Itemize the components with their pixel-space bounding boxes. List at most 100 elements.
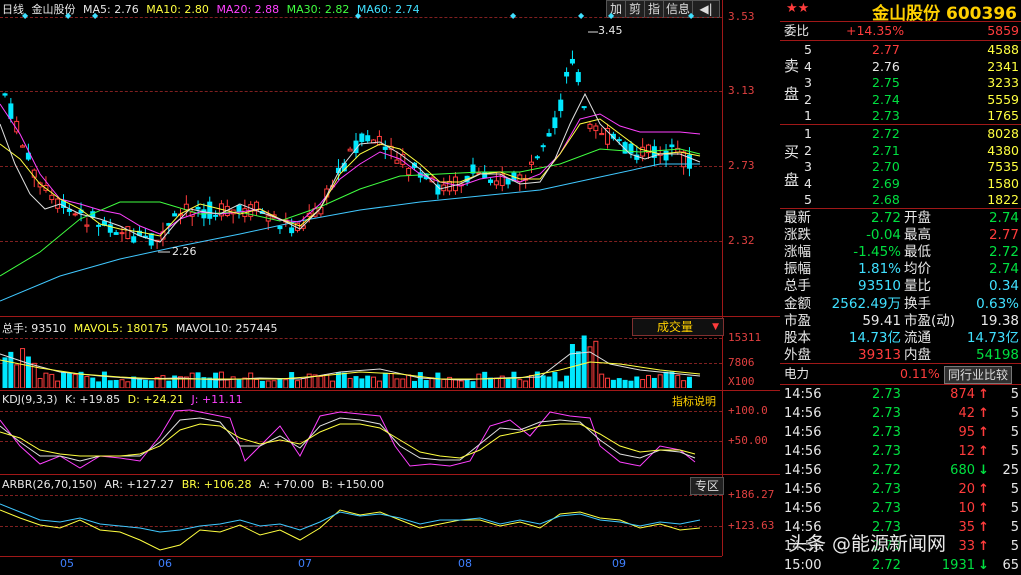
volume-bar [681,380,687,388]
candle-body [195,206,201,210]
tick-row[interactable]: 14:56 2.73 12 ↑ 5 [780,442,1021,461]
level-volume: 1580 [987,175,1019,191]
event-diamond-icon[interactable]: ◆ [355,11,361,20]
tick-volume: 1931 [941,558,975,573]
level-price: 2.69 [872,175,900,191]
candle-body [236,205,242,213]
volume-bar [113,379,119,388]
event-diamond-icon[interactable]: ◆ [92,11,98,20]
volume-bar [406,374,412,388]
volume-bar [289,372,295,388]
tick-count: 5 [1010,539,1019,554]
tick-row[interactable]: 14:56 2.73 10 ↑ 5 [780,499,1021,518]
candle-body [452,176,458,192]
event-diamond-icon[interactable]: ◆ [22,11,28,20]
volume-bar [435,372,441,388]
tick-price: 2.73 [872,425,901,440]
sector-name[interactable]: 电力 [784,364,809,384]
event-diamond-icon[interactable]: ◆ [578,11,584,20]
kdj-tick: +50.00 [728,434,768,447]
event-diamond-icon[interactable]: ◆ [65,11,71,20]
event-markers[interactable]: ◆ ◆ ◆ ◆ ◆ ◆ ◆ ◆ [0,11,722,21]
month-tick: 05 [60,557,74,570]
volume-bar [663,371,669,388]
candle-body [681,151,687,168]
buy-level-row[interactable]: 3 2.70 7535 [780,158,1021,175]
volume-bar [37,377,43,388]
tick-price: 2.73 [872,444,901,459]
volume-bar [657,374,663,388]
volume-bar [265,380,271,388]
sell-level-row[interactable]: 2 2.74 5559 [780,91,1021,108]
candle-body [540,145,546,148]
volume-bar [277,378,283,388]
buy-level-row[interactable]: 2 2.71 4380 [780,142,1021,159]
arrow-up-icon: ↑ [978,387,989,402]
volume-bar [400,378,406,388]
tick-row[interactable]: 14:56 2.73 95 ↑ 5 [780,423,1021,442]
month-tick: 06 [158,557,172,570]
arbr-chart[interactable] [0,490,722,556]
tick-row[interactable]: 14:56 2.73 42 ↑ 5 [780,404,1021,423]
buy-level-row[interactable]: 5 2.68 1822 [780,191,1021,208]
candle-body [569,58,575,64]
volume-bar [96,381,102,388]
tick-volume: 874 [950,387,975,402]
stat-row: 涨跌 -0.04 最高 2.77 [780,227,1021,244]
volume-chart[interactable] [0,334,722,388]
tick-row[interactable]: 15:00 2.72 1931 ↓ 65 [780,556,1021,575]
stat-row: 涨幅 -1.45% 最低 2.72 [780,244,1021,261]
kdj-chart[interactable] [0,406,722,472]
event-diamond-icon[interactable]: ◆ [510,11,516,20]
candle-body [84,224,90,227]
level-price: 2.74 [872,91,900,107]
level-volume: 1765 [987,108,1019,124]
candle-body [365,135,371,142]
volume-bar [125,381,131,388]
level-price: 2.77 [872,42,900,57]
industry-compare-button[interactable]: 同行业比较 [944,366,1013,384]
panel-divider [0,316,780,317]
tick-row[interactable]: 14:56 2.72 680 ↓ 25 [780,461,1021,480]
month-tick: 07 [298,557,312,570]
candle-body [505,178,511,185]
tick-count: 65 [1002,558,1019,573]
br-line [0,509,701,551]
tick-row[interactable]: 14:56 2.73 20 ↑ 5 [780,480,1021,499]
volume-bar [43,372,49,388]
volume-bar [271,380,277,388]
sector-change: 0.11% [900,366,940,381]
candlestick-chart[interactable] [0,14,722,314]
candle-body [2,93,8,96]
sell-level-row[interactable]: 3 2.75 3233 [780,74,1021,91]
buy-level-row[interactable]: 1 2.72 8028 [780,125,1021,142]
chevron-down-icon[interactable]: ▼ [712,319,719,335]
weibi-volume: 5859 [987,23,1019,38]
volume-bar [224,379,230,388]
volume-bar [441,378,447,388]
stat-label: 换手 [904,295,931,312]
tick-time: 14:56 [784,482,822,497]
volume-bar [640,379,646,388]
star-icon[interactable]: ★★ [786,1,809,16]
volume-bar [464,378,470,388]
stat-label: 市盈(动) [904,312,956,329]
buy-level-row[interactable]: 4 2.69 1580 [780,175,1021,192]
volume-bar [347,377,353,388]
tick-time: 14:56 [784,425,822,440]
tick-volume: 35 [958,520,975,535]
volume-bar [423,380,429,388]
sell-level-row[interactable]: 1 2.73 1765 [780,107,1021,124]
candle-body [564,71,570,77]
event-diamond-icon[interactable]: ◆ [608,11,614,20]
event-diamond-icon[interactable]: ◆ [688,11,694,20]
tick-volume: 10 [958,501,975,516]
sell-level-row[interactable]: 4 2.76 2341 [780,58,1021,75]
chart-area[interactable]: 日线 金山股份 MA5: 2.76 MA10: 2.80 MA20: 2.88 … [0,0,780,575]
tick-count: 5 [1010,520,1019,535]
tick-row[interactable]: 14:56 2.73 874 ↑ 5 [780,385,1021,404]
sell-level-row[interactable]: 5 2.77 4588 [780,41,1021,58]
volume-tick: 7806 [728,356,755,369]
volume-bar [213,372,219,388]
volume-bar [546,376,552,388]
